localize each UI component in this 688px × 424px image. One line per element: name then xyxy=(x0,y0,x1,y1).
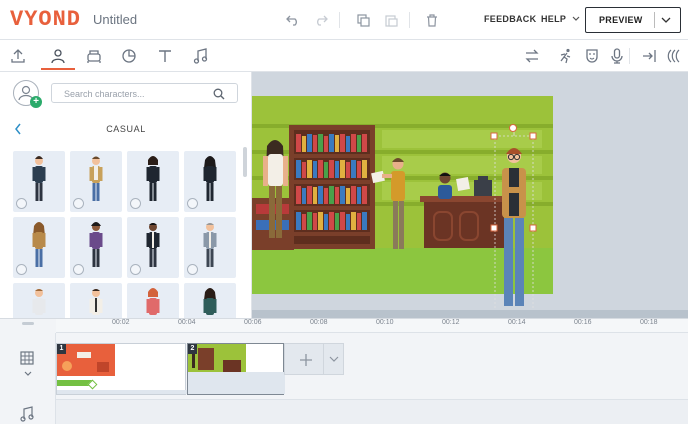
character-thumbnail xyxy=(89,289,103,315)
chevron-down-icon[interactable] xyxy=(660,13,672,27)
zoom-icon[interactable] xyxy=(73,264,84,275)
character-card[interactable] xyxy=(70,283,122,318)
timeline-grip[interactable] xyxy=(22,322,34,325)
zoom-icon[interactable] xyxy=(130,264,141,275)
zoom-icon[interactable] xyxy=(73,198,84,209)
help-label: HELP xyxy=(541,14,567,24)
character-card[interactable] xyxy=(13,151,65,212)
ruler-tick: 00:18 xyxy=(640,319,658,326)
character-card[interactable] xyxy=(184,283,236,318)
scene-stage[interactable] xyxy=(252,72,688,318)
video-title[interactable]: Untitled xyxy=(93,12,137,27)
top-bar: VYOND Untitled FEEDBACK HELP PREVIEW xyxy=(0,0,688,40)
action-icon[interactable] xyxy=(552,44,580,68)
asset-toolbar xyxy=(0,40,688,72)
ruler-tick: 00:12 xyxy=(442,319,460,326)
preview-divider xyxy=(654,12,655,28)
character-icon[interactable] xyxy=(44,44,72,68)
search-input[interactable] xyxy=(64,87,214,100)
redo-icon[interactable] xyxy=(311,10,331,30)
undo-icon[interactable] xyxy=(283,10,303,30)
scene-block[interactable]: 1 xyxy=(56,343,187,395)
active-tab-indicator xyxy=(41,68,75,70)
ruler-tick: 00:16 xyxy=(574,319,592,326)
keyframe-handle[interactable] xyxy=(87,379,98,390)
ruler-tick: 00:14 xyxy=(508,319,526,326)
toolbar-separator xyxy=(339,12,340,28)
search-icon[interactable] xyxy=(213,88,225,100)
add-scene-area xyxy=(284,343,344,375)
swap-icon[interactable] xyxy=(518,44,546,68)
vyond-studio: VYOND Untitled FEEDBACK HELP PREVIEW + S… xyxy=(0,0,688,424)
audio-track-icon[interactable] xyxy=(20,406,34,422)
character-card[interactable] xyxy=(70,217,122,278)
help-menu[interactable]: HELP xyxy=(541,14,580,24)
timeline: 00:02 00:04 00:06 00:08 00:10 00:12 00:1… xyxy=(0,318,688,424)
chevron-down-icon[interactable] xyxy=(24,371,32,377)
character-library-panel: + CASUAL xyxy=(0,72,252,318)
toolbar-separator xyxy=(629,48,630,64)
library-scene xyxy=(252,96,688,318)
zoom-icon[interactable] xyxy=(16,264,27,275)
add-character-button[interactable]: + xyxy=(13,80,42,108)
add-scene-divider xyxy=(323,344,324,374)
audio-track[interactable] xyxy=(56,399,688,424)
time-ruler[interactable]: 00:02 00:04 00:06 00:08 00:10 00:12 00:1… xyxy=(56,319,688,333)
prop-icon[interactable] xyxy=(80,44,108,68)
music-icon[interactable] xyxy=(187,44,215,68)
character-thumbnail xyxy=(32,289,46,315)
expression-icon[interactable] xyxy=(578,44,606,68)
text-icon[interactable] xyxy=(151,44,179,68)
track-headers xyxy=(0,333,56,424)
zoom-icon[interactable] xyxy=(187,198,198,209)
feedback-link[interactable]: FEEDBACK xyxy=(484,14,536,24)
ruler-tick: 00:02 xyxy=(112,319,130,326)
chevron-down-icon[interactable] xyxy=(329,356,339,364)
zoom-icon[interactable] xyxy=(16,198,27,209)
plus-icon: + xyxy=(30,96,42,108)
character-card[interactable] xyxy=(127,283,179,318)
scene-number: 1 xyxy=(57,344,66,354)
character-card[interactable] xyxy=(13,283,65,318)
scene-lower-strip xyxy=(188,372,285,394)
upload-icon[interactable] xyxy=(4,44,32,68)
character-thumbnail xyxy=(146,288,160,315)
video-track-icon[interactable] xyxy=(20,351,34,365)
add-scene-icon[interactable] xyxy=(299,353,313,367)
ruler-tick: 00:06 xyxy=(244,319,262,326)
character-thumbnail xyxy=(203,288,217,315)
chart-icon[interactable] xyxy=(115,44,143,68)
trash-icon[interactable] xyxy=(422,10,442,30)
motion-path-icon[interactable] xyxy=(662,44,688,68)
zoom-icon[interactable] xyxy=(130,198,141,209)
search-characters-field[interactable] xyxy=(51,83,238,103)
chevron-down-icon xyxy=(572,16,580,21)
character-card[interactable] xyxy=(70,151,122,212)
ruler-tick: 00:04 xyxy=(178,319,196,326)
preview-label: PREVIEW xyxy=(599,15,643,25)
character-card[interactable] xyxy=(127,151,179,212)
ruler-tick: 00:10 xyxy=(376,319,394,326)
scene-block-selected[interactable]: 2 xyxy=(187,343,285,395)
scene-number: 2 xyxy=(188,344,197,354)
scene-lower-strip xyxy=(57,390,187,394)
character-card[interactable] xyxy=(13,217,65,278)
character-card[interactable] xyxy=(127,217,179,278)
copy-icon[interactable] xyxy=(353,10,373,30)
zoom-icon[interactable] xyxy=(187,264,198,275)
paste-icon[interactable] xyxy=(381,10,401,30)
panel-scrollbar[interactable] xyxy=(243,147,247,177)
microphone-icon[interactable] xyxy=(603,44,631,68)
category-title: CASUAL xyxy=(106,124,146,134)
ruler-tick: 00:08 xyxy=(310,319,328,326)
preview-button[interactable]: PREVIEW xyxy=(585,7,681,33)
scene-track: 1 2 xyxy=(56,343,688,399)
vyond-logo[interactable]: VYOND xyxy=(10,7,81,32)
character-card[interactable] xyxy=(184,151,236,212)
character-card[interactable] xyxy=(184,217,236,278)
enter-effect-icon[interactable] xyxy=(636,44,664,68)
toolbar-separator xyxy=(409,12,410,28)
